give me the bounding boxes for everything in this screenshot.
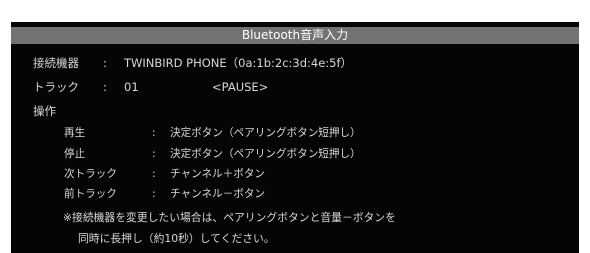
- operation-separator-stop: :: [152, 148, 156, 160]
- operation-action-stop: 決定ボタン（ペアリングボタン短押し）: [170, 148, 361, 160]
- operation-separator-next-track: :: [152, 168, 156, 180]
- playback-status: <PAUSE>: [212, 80, 269, 94]
- operation-action-prev-track: チャンネル－ボタン: [170, 188, 266, 200]
- operation-action-play: 決定ボタン（ペアリングボタン短押し）: [170, 127, 361, 139]
- note-line-1: ※接続機器を変更したい場合は、ペアリングボタンと音量－ボタンを: [63, 211, 396, 224]
- device-label: 接続機器: [33, 56, 79, 70]
- device-value: TWINBIRD PHONE（0a:1b:2c:3d:4e:5f）: [124, 56, 353, 70]
- dialog-title: Bluetooth音声入力: [241, 28, 349, 42]
- operation-label-next-track: 次トラック: [64, 168, 117, 180]
- track-number: 01: [124, 80, 139, 94]
- title-bar: Bluetooth音声入力: [11, 27, 579, 44]
- screen: Bluetooth音声入力 接続機器 : TWINBIRD PHONE（0a:1…: [0, 0, 590, 253]
- operation-separator-prev-track: :: [152, 188, 156, 200]
- note-line-2: 同時に長押し（約10秒）してください。: [78, 232, 275, 245]
- operation-label-prev-track: 前トラック: [64, 188, 117, 200]
- operation-action-next-track: チャンネル＋ボタン: [170, 168, 266, 180]
- operation-label-stop: 停止: [64, 148, 86, 160]
- operation-label-play: 再生: [64, 127, 86, 139]
- operations-heading: 操作: [33, 104, 56, 118]
- track-label: トラック: [33, 80, 79, 94]
- track-separator: :: [103, 80, 107, 94]
- operation-separator-play: :: [152, 127, 156, 139]
- device-separator: :: [103, 56, 107, 70]
